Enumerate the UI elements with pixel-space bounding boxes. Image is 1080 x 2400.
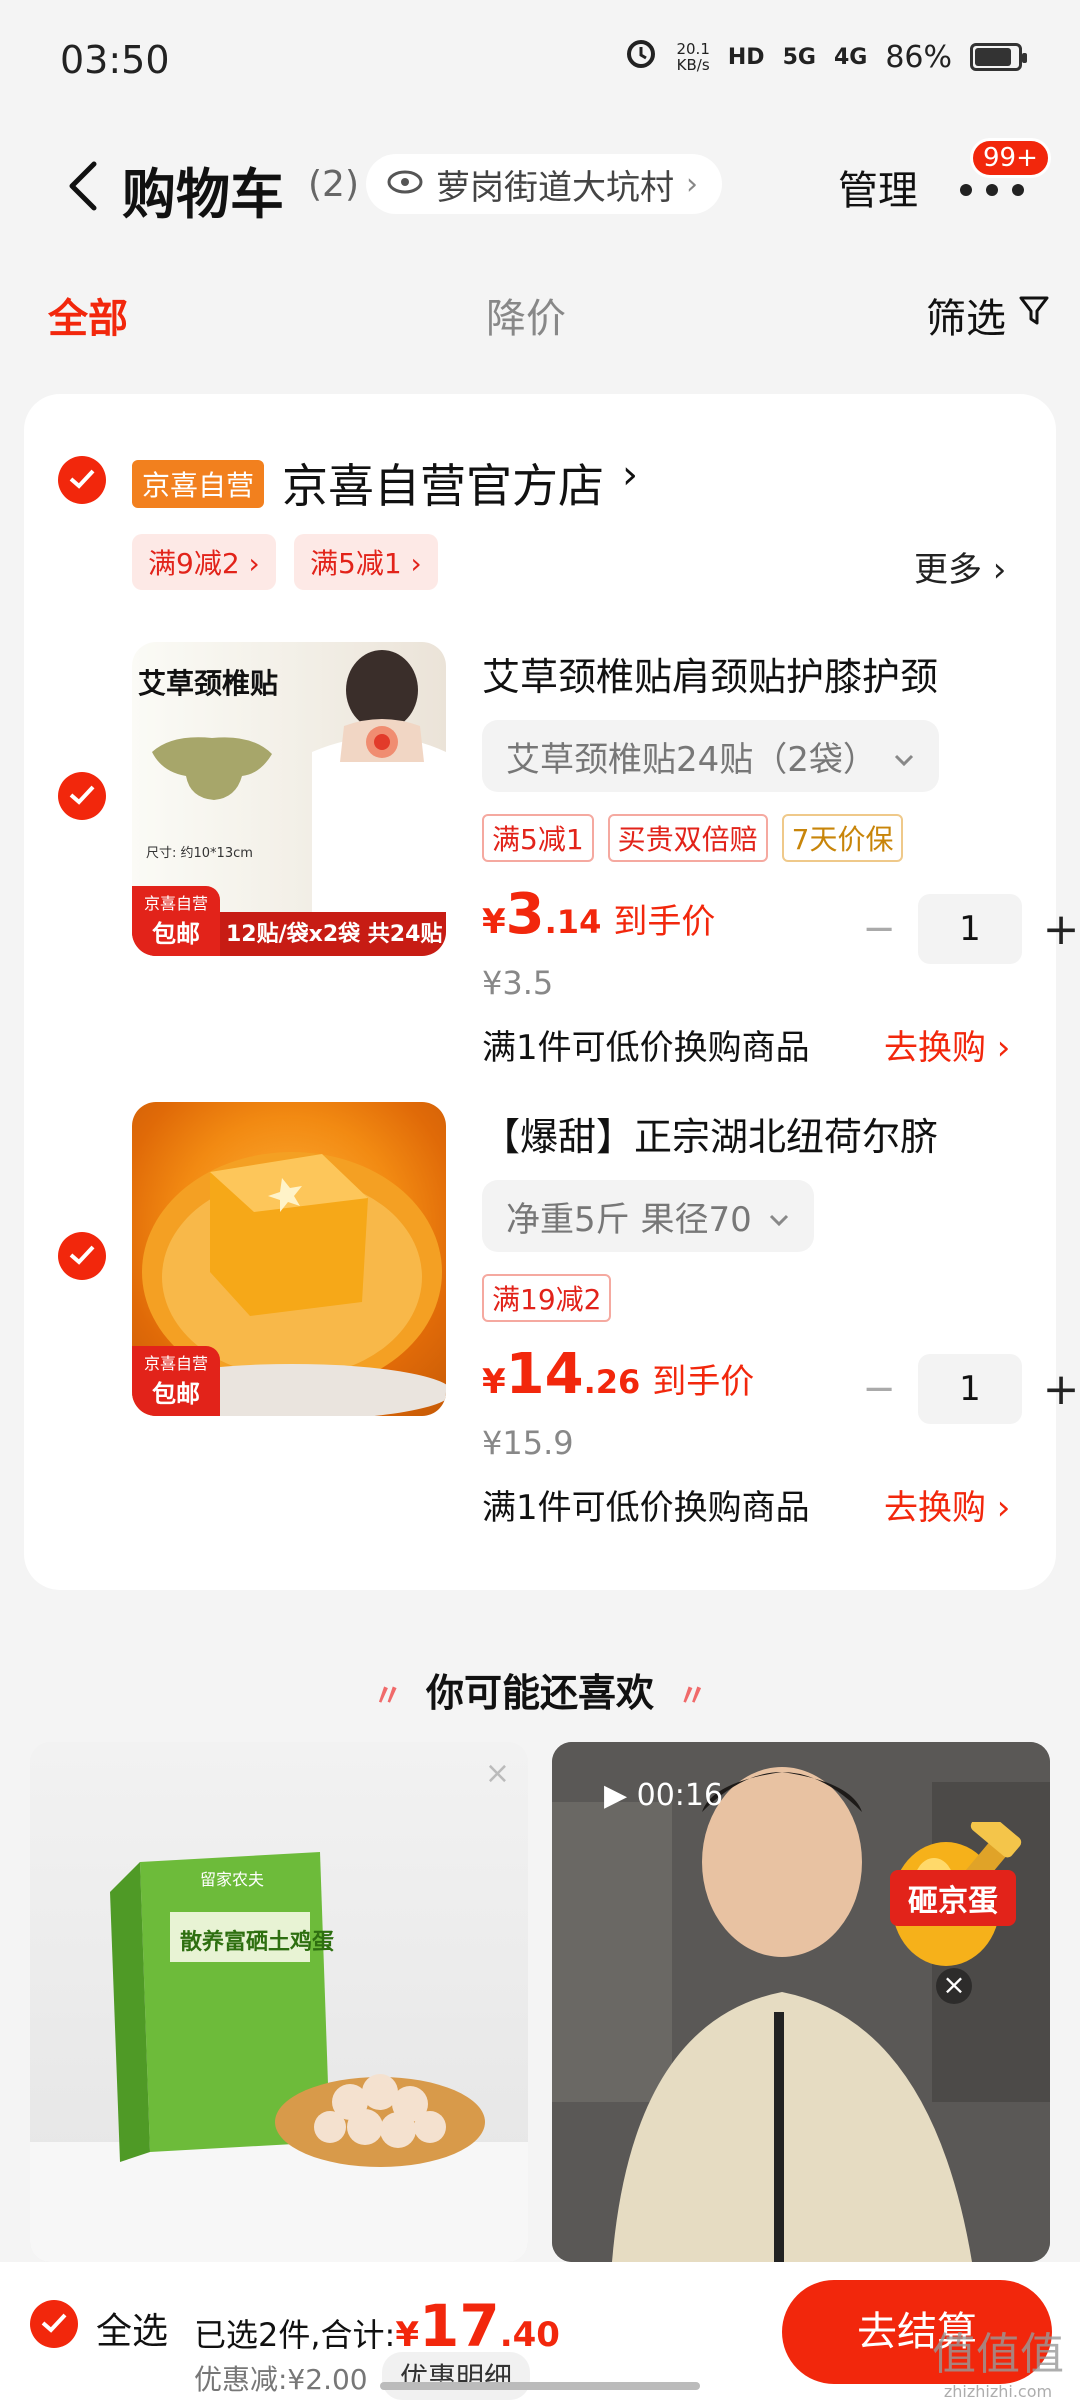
swap-link[interactable]: 去换购 › [884,1020,1010,1069]
increase-button[interactable]: + [1036,904,1080,955]
filter-button[interactable]: 筛选 [926,286,1050,344]
cart-count: (2) [308,164,359,205]
quantity-value[interactable]: 1 [918,1354,1022,1424]
chevron-right-icon: › [686,166,698,202]
recommend-card[interactable]: × 留家农夫 散养富硒土鸡蛋 [30,1742,528,2262]
item-checkbox[interactable] [58,1232,106,1280]
quantity-stepper: − 1 + [854,894,1080,964]
discount-text: 优惠减:¥2.00 [194,2363,368,2396]
swap-note: 满1件可低价换购商品 [482,1488,810,1528]
page-title: 购物车 [122,163,284,226]
message-badge: 99+ [970,138,1051,178]
final-price: ¥ 3 .14 到手价 [482,882,716,947]
eye-icon [386,164,424,204]
increase-button[interactable]: + [1036,1364,1080,1415]
decrease-button[interactable]: − [854,906,904,952]
item-checkbox[interactable] [58,772,106,820]
location-selector[interactable]: 萝岗街道大坑村 › [366,154,722,214]
decor-left-icon: 〃 [372,1679,403,1714]
promo-tags: 满5减1 买贵双倍赔 7天价保 [482,814,904,862]
cart-item: 京喜自营 包邮 【爆甜】正宗湖北纽荷尔脐 净重5斤 果径70 满19减2 ¥ 1… [24,1102,1079,1562]
product-title[interactable]: 艾草颈椎贴肩颈贴护膝护颈 [482,646,938,701]
cart-header: 购物车 (2) 萝岗街道大坑村 › 管理 99+ [0,130,1080,240]
watermark: 值值值 zhizhizhi.com [932,2329,1064,2400]
select-all-label[interactable]: 全选 [96,2302,168,2354]
more-promos-link[interactable]: 更多 › [914,542,1006,591]
store-name[interactable]: 京喜自营官方店 [282,450,604,516]
self-operated-badge: 京喜自营 包邮 [132,1346,220,1416]
battery-text: 86% [885,39,952,75]
net-speed: 20.1 KB/s [676,40,710,74]
product-image[interactable]: 京喜自营 包邮 [132,1102,446,1416]
battery-icon [970,43,1027,71]
recommend-title: 〃 你可能还喜欢 〃 [0,1662,1080,1717]
box-brand-text: 留家农夫 [200,1870,265,1889]
thumb-size: 尺寸: 约10*13cm [146,846,253,861]
video-timer: ▶ 00:16 [604,1778,724,1813]
hd-icon: HD [727,44,765,70]
total-summary: 已选2件,合计: ¥ 17 .40 [194,2292,560,2360]
promo-tag: 7天价保 [781,814,904,862]
filter-label: 筛选 [926,296,1006,342]
select-all-checkbox[interactable] [30,2300,78,2348]
swap-link[interactable]: 去换购 › [884,1480,1010,1529]
funnel-icon [1018,292,1050,338]
spec-selector[interactable]: 净重5斤 果径70 [482,1180,814,1252]
smash-egg-banner[interactable]: 砸京蛋 [890,1870,1016,1926]
promo-tag: 满5减1 [482,814,594,862]
quantity-stepper: − 1 + [854,1354,1080,1424]
chevron-down-icon [768,1196,790,1236]
product-image[interactable]: 艾草颈椎贴 尺寸: 约10*13cm 12贴/袋x2袋 共24贴 京喜自营 包邮 [132,642,446,956]
manage-button[interactable]: 管理 [838,158,918,216]
checkout-bar: 全选 已选2件,合计: ¥ 17 .40 优惠减:¥2.00 优惠明细 去结算 [0,2262,1080,2400]
home-indicator[interactable] [380,2382,700,2390]
thumb-footer-text: 12贴/袋x2袋 共24贴 [226,922,443,947]
promo-chip[interactable]: 满5减1 › [294,534,438,590]
recommend-video-card[interactable]: ▶ 00:16 砸京蛋 × [552,1742,1050,2262]
final-price: ¥ 14 .26 到手价 [482,1342,755,1407]
recommend-title-text: 你可能还喜欢 [425,1671,654,1715]
spec-text: 净重5斤 果径70 [506,1199,752,1240]
decrease-button[interactable]: − [854,1366,904,1412]
tab-all[interactable]: 全部 [48,286,128,344]
spec-text: 艾草颈椎贴24贴（2袋） [506,739,877,780]
back-arrow-icon[interactable] [56,156,116,216]
promo-tags: 满19减2 [482,1274,612,1322]
box-product-text: 散养富硒土鸡蛋 [180,1930,335,1955]
promo-tag: 买贵双倍赔 [607,814,768,862]
tab-price-drop[interactable]: 降价 [486,286,566,344]
self-operated-badge: 京喜自营 包邮 [132,886,220,956]
cart-item: 艾草颈椎贴 尺寸: 约10*13cm 12贴/袋x2袋 共24贴 京喜自营 包邮… [24,642,1079,1102]
signal-4g-icon: 4G [833,44,868,70]
store-type-tag: 京喜自营 [132,460,265,508]
quantity-value[interactable]: 1 [918,894,1022,964]
alarm-icon [624,36,658,78]
swap-note: 满1件可低价换购商品 [482,1028,810,1068]
chevron-right-icon[interactable]: › [622,452,638,498]
decor-right-icon: 〃 [677,1679,708,1714]
original-price: ¥15.9 [482,1424,574,1462]
promo-tag: 满19减2 [482,1274,612,1322]
thumb-title: 艾草颈椎贴 [138,667,279,700]
discount-detail-button[interactable]: 优惠明细 [382,2352,531,2400]
close-icon[interactable]: × [936,1968,972,2004]
promo-chip[interactable]: 满9减2 › [132,534,276,590]
status-icons: 20.1 KB/s HD 5G 4G 86% [624,36,1027,78]
spec-selector[interactable]: 艾草颈椎贴24贴（2袋） [482,720,939,792]
original-price: ¥3.5 [482,964,554,1002]
store-cart-card: 京喜自营 京喜自营官方店 › 满9减2 › 满5减1 › 更多 › 艾草颈椎贴 … [24,394,1079,1590]
product-title[interactable]: 【爆甜】正宗湖北纽荷尔脐 [482,1106,938,1161]
status-time: 03:50 [60,38,170,82]
signal-5g-icon: 5G [782,44,816,70]
chevron-down-icon [893,736,915,776]
store-checkbox[interactable] [58,456,106,504]
filter-tabs: 全部 降价 筛选 [0,270,1080,360]
location-text: 萝岗街道大坑村 [436,167,674,208]
status-bar: 03:50 20.1 KB/s HD 5G 4G 86% [0,0,1080,120]
